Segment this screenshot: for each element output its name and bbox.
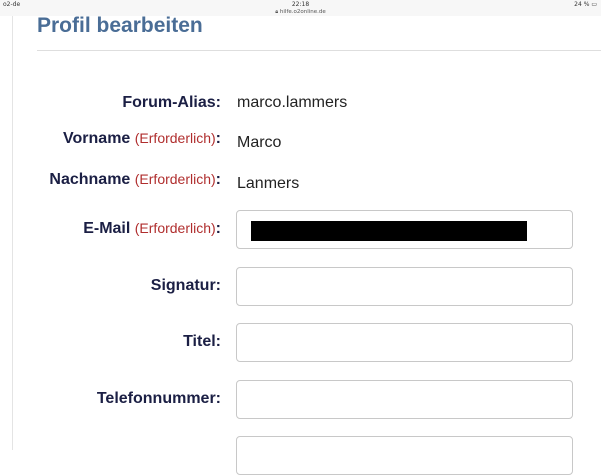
required-marker: (Erforderlich) — [134, 220, 216, 236]
clock: 22:18 — [291, 1, 310, 8]
telefon-field[interactable] — [236, 380, 573, 419]
nachname-label: Nachname (Erforderlich): — [49, 171, 221, 189]
forum-alias-label: Forum-Alias: — [122, 94, 221, 111]
required-marker: (Erforderlich) — [134, 171, 216, 187]
url-text: hilfe.o2online.de — [279, 9, 326, 15]
nachname-value: Lanmers — [237, 175, 300, 192]
redacted-email — [251, 221, 527, 241]
battery-percent: 24 % — [574, 1, 590, 8]
sidebar-divider — [12, 16, 13, 450]
telefon-label: Telefonnummer: — [96, 390, 221, 407]
titel-label: Titel: — [183, 333, 221, 350]
forum-alias-value: marco.lammers — [237, 94, 348, 111]
label-colon: : — [215, 171, 221, 188]
email-label-text: E-Mail — [83, 220, 131, 237]
vorname-value: Marco — [237, 134, 282, 151]
next-field[interactable] — [236, 436, 573, 475]
battery-icon: ▭ — [591, 1, 597, 8]
email-label: E-Mail (Erforderlich): — [83, 220, 221, 238]
required-marker: (Erforderlich) — [134, 130, 216, 146]
lock-icon: 🔒︎ — [275, 9, 279, 15]
signatur-field[interactable] — [236, 267, 573, 306]
nachname-label-text: Nachname — [49, 171, 131, 188]
signatur-label: Signatur: — [150, 277, 221, 294]
email-field[interactable] — [236, 210, 573, 249]
page-title: Profil bearbeiten — [37, 14, 203, 37]
label-colon: : — [215, 130, 221, 147]
battery-indicator: 24 % ▭ — [574, 1, 597, 8]
vorname-label: Vorname (Erforderlich): — [63, 130, 221, 148]
vorname-label-text: Vorname — [63, 130, 131, 147]
title-divider — [37, 50, 601, 51]
label-colon: : — [215, 220, 221, 237]
titel-field[interactable] — [236, 323, 573, 362]
